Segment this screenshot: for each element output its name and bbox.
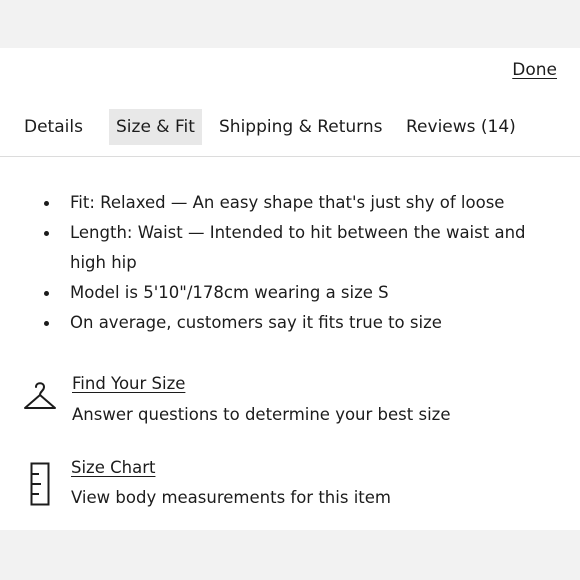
tab-reviews[interactable]: Reviews (14) xyxy=(399,109,523,145)
size-fit-panel: Done Details Size & Fit Shipping & Retur… xyxy=(0,48,580,530)
find-your-size-link[interactable]: Find Your Size xyxy=(72,374,185,393)
hanger-icon xyxy=(22,380,58,418)
fit-notes-list: Fit: Relaxed — An easy shape that's just… xyxy=(0,188,580,338)
list-item: Length: Waist — Intended to hit between … xyxy=(0,218,580,278)
list-item: Model is 5'10"/178cm wearing a size S xyxy=(0,278,580,308)
size-chart-description: View body measurements for this item xyxy=(71,488,391,507)
list-item: On average, customers say it fits true t… xyxy=(0,308,580,338)
tab-shipping-returns[interactable]: Shipping & Returns xyxy=(212,109,390,145)
tab-bar: Details Size & Fit Shipping & Returns Re… xyxy=(0,109,580,157)
find-your-size-description: Answer questions to determine your best … xyxy=(72,405,451,424)
size-chart-link[interactable]: Size Chart xyxy=(71,458,155,477)
ruler-icon xyxy=(30,462,52,510)
tab-details[interactable]: Details xyxy=(17,109,90,145)
tab-size-fit[interactable]: Size & Fit xyxy=(109,109,202,145)
list-item: Fit: Relaxed — An easy shape that's just… xyxy=(0,188,580,218)
done-button[interactable]: Done xyxy=(512,60,557,80)
